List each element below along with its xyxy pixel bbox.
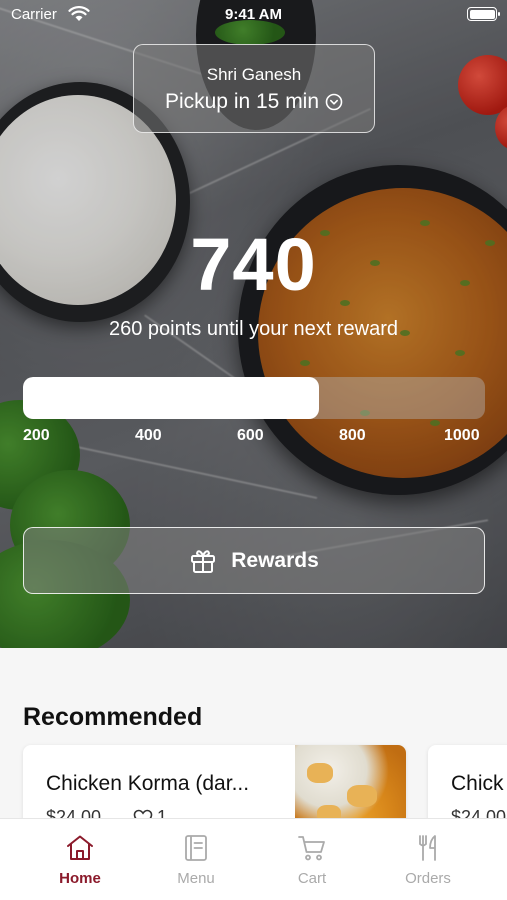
tab-label: Orders: [405, 870, 451, 887]
pickup-selector[interactable]: Shri Ganesh Pickup in 15 min: [133, 44, 375, 133]
home-icon: [67, 835, 93, 860]
tab-label: Menu: [177, 870, 215, 887]
points-until-reward: 260 points until your next reward: [108, 318, 399, 340]
points-balance: 740: [190, 223, 317, 306]
recommended-item-name: Chick: [451, 772, 504, 795]
pickup-time-row: Pickup in 15 min: [134, 90, 374, 114]
status-bar: Carrier 9:41 AM: [0, 0, 507, 30]
tick-label: 400: [135, 427, 162, 444]
points-progress-fill: [23, 377, 319, 419]
progress-ticks: 200 400 600 800 1000: [23, 427, 485, 447]
tab-cart[interactable]: Cart: [249, 819, 375, 900]
tick-label: 1000: [444, 427, 480, 444]
rewards-button-label: Rewards: [231, 548, 319, 572]
battery-icon: [467, 7, 500, 21]
tick-label: 200: [23, 427, 50, 444]
recommended-heading: Recommended: [23, 703, 203, 731]
tick-label: 600: [237, 427, 264, 444]
tick-label: 800: [339, 427, 366, 444]
chevron-down-circle-icon: [325, 93, 343, 111]
tab-menu[interactable]: Menu: [133, 819, 259, 900]
tab-label: Cart: [297, 870, 327, 887]
tab-home[interactable]: Home: [17, 819, 143, 900]
tab-orders[interactable]: Orders: [365, 819, 491, 900]
tab-label: Home: [59, 870, 101, 887]
recommended-item-name: Chicken Korma (dar...: [46, 772, 250, 795]
gift-icon: [191, 549, 216, 573]
menu-icon: [185, 835, 207, 861]
tab-bar: Home Menu Cart Orders: [0, 818, 507, 900]
rewards-button[interactable]: Rewards: [23, 527, 485, 594]
cart-icon: [298, 836, 325, 861]
pickup-time-label: Pickup in 15 min: [164, 90, 320, 113]
clock: 9:41 AM: [225, 6, 282, 23]
points-progress-bar: [23, 377, 485, 419]
orders-icon: [419, 835, 436, 861]
store-name: Shri Ganesh: [206, 65, 302, 84]
